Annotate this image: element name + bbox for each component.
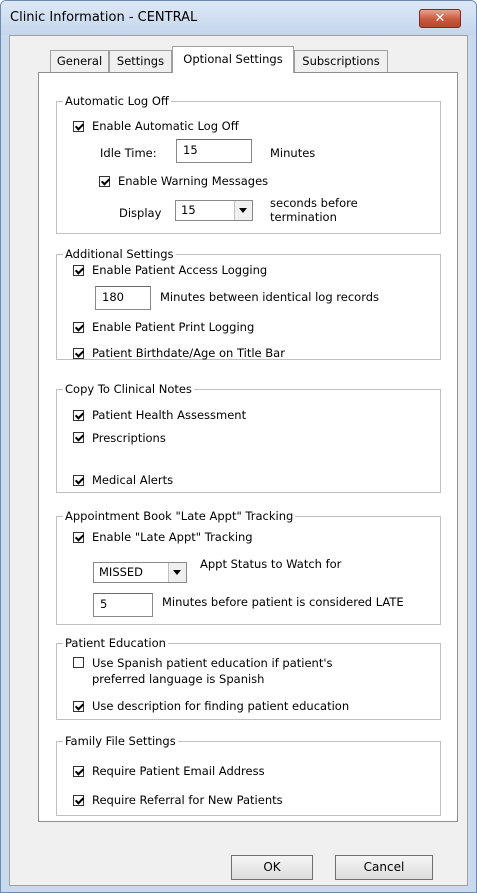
- display-suffix-line1: seconds before: [270, 196, 358, 210]
- chevron-down-icon[interactable]: [168, 563, 186, 582]
- require-email-checkbox[interactable]: [73, 766, 84, 777]
- require-referral-label: Require Referral for New Patients: [92, 793, 283, 807]
- late-minutes-input[interactable]: 5: [93, 593, 153, 617]
- group-label-family-file: Family File Settings: [63, 734, 178, 748]
- health-assessment-checkbox[interactable]: [73, 410, 84, 421]
- display-suffix-line2: termination: [270, 210, 337, 224]
- title-bar[interactable]: Clinic Information - CENTRAL ✕: [1, 1, 476, 35]
- prescriptions-checkbox[interactable]: [73, 432, 84, 443]
- medical-alerts-checkbox[interactable]: [73, 475, 84, 486]
- birthdate-titlebar-label: Patient Birthdate/Age on Title Bar: [92, 346, 285, 360]
- chevron-down-icon[interactable]: [234, 201, 252, 220]
- tab-optional-settings[interactable]: Optional Settings: [172, 46, 294, 73]
- close-button[interactable]: ✕: [419, 9, 461, 28]
- birthdate-titlebar-checkbox[interactable]: [73, 348, 84, 359]
- log-minutes-label: Minutes between identical log records: [160, 290, 380, 304]
- description-education-label: Use description for finding patient educ…: [92, 699, 350, 713]
- require-email-label: Require Patient Email Address: [92, 764, 265, 778]
- late-appt-checkbox[interactable]: [73, 532, 84, 543]
- display-seconds-select[interactable]: 15: [175, 200, 253, 221]
- enable-warning-checkbox[interactable]: [99, 176, 110, 187]
- spanish-education-label-line2: preferred language is Spanish: [92, 672, 265, 686]
- appt-status-label: Appt Status to Watch for: [200, 557, 342, 571]
- appt-status-value: MISSED: [99, 565, 144, 579]
- window-title: Clinic Information - CENTRAL: [10, 10, 198, 25]
- late-appt-label: Enable "Late Appt" Tracking: [92, 530, 253, 544]
- require-referral-checkbox[interactable]: [73, 795, 84, 806]
- group-label-clinical-notes: Copy To Clinical Notes: [63, 382, 194, 396]
- tab-general[interactable]: General: [50, 50, 109, 72]
- idle-time-unit: Minutes: [270, 146, 316, 160]
- spanish-education-label-line1: Use Spanish patient education if patient…: [92, 656, 333, 670]
- access-logging-checkbox[interactable]: [73, 265, 84, 276]
- display-seconds-value: 15: [181, 203, 196, 217]
- enable-auto-logoff-checkbox[interactable]: [73, 121, 84, 132]
- description-education-checkbox[interactable]: [73, 701, 84, 712]
- tab-subscriptions[interactable]: Subscriptions: [294, 50, 388, 72]
- group-label-late-appt: Appointment Book "Late Appt" Tracking: [63, 509, 296, 523]
- cancel-button[interactable]: Cancel: [335, 855, 433, 880]
- tab-settings[interactable]: Settings: [109, 50, 172, 72]
- log-minutes-input[interactable]: 180: [95, 286, 151, 310]
- health-assessment-label: Patient Health Assessment: [92, 408, 247, 422]
- print-logging-label: Enable Patient Print Logging: [92, 320, 255, 334]
- group-label-additional-settings: Additional Settings: [63, 247, 176, 261]
- idle-time-input[interactable]: 15: [176, 139, 252, 163]
- spanish-education-checkbox[interactable]: [73, 657, 84, 668]
- enable-warning-label: Enable Warning Messages: [118, 174, 269, 188]
- print-logging-checkbox[interactable]: [73, 322, 84, 333]
- close-icon: ✕: [434, 11, 446, 26]
- prescriptions-label: Prescriptions: [92, 431, 166, 445]
- group-label-patient-education: Patient Education: [63, 636, 168, 650]
- medical-alerts-label: Medical Alerts: [92, 473, 174, 487]
- enable-auto-logoff-label: Enable Automatic Log Off: [92, 119, 239, 133]
- display-label: Display: [119, 206, 162, 220]
- ok-button[interactable]: OK: [231, 855, 313, 880]
- appt-status-select[interactable]: MISSED: [93, 562, 187, 583]
- late-minutes-label: Minutes before patient is considered LAT…: [162, 595, 404, 609]
- idle-time-label: Idle Time:: [100, 146, 157, 160]
- group-label-automatic-log-off: Automatic Log Off: [63, 94, 171, 108]
- access-logging-label: Enable Patient Access Logging: [92, 263, 268, 277]
